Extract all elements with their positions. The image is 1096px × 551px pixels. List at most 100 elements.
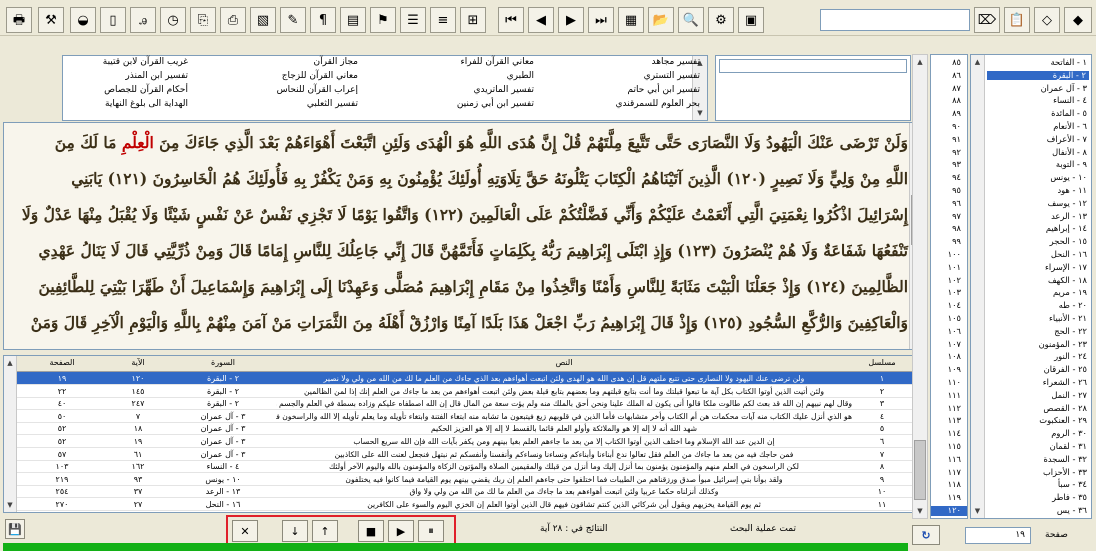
scroll-down-icon[interactable]: ▼ [4, 498, 16, 512]
sura-item[interactable]: ٨ - الأنفال [1052, 147, 1087, 158]
tafsir-source-item[interactable]: غريب القرآن لابن قتيبة [103, 57, 188, 67]
aya-number-item[interactable]: ١١١ [948, 390, 961, 401]
aya-number-item[interactable]: ١٠٠ [948, 249, 961, 260]
aya-number-item[interactable]: ٨٦ [952, 70, 961, 81]
aya-number-item[interactable]: ١٠٥ [948, 313, 961, 324]
sura-item[interactable]: ٣١ - لقمان [1050, 441, 1087, 452]
sura-item[interactable]: ٢٤ - النور [1054, 352, 1087, 362]
table-row[interactable]: ٥٧ ٦١ ٣ - آل عمران فمن حاجك فيه من بعد ما ج… [17, 448, 912, 461]
aya-number-item[interactable]: ١١٣ [948, 416, 961, 426]
clipboard-icon[interactable]: 📋 [1004, 7, 1030, 33]
header-text[interactable]: النص [276, 356, 852, 369]
new-doc-icon[interactable]: ▯ [100, 7, 126, 33]
aya-number-item[interactable]: ٨٥ [952, 57, 961, 68]
sura-item[interactable]: ٩ - التوبة [1056, 160, 1087, 170]
align-right-icon[interactable]: ☰ [400, 7, 426, 33]
header-serial[interactable]: مسلسل [852, 356, 912, 369]
sura-item[interactable]: ٢٣ - المؤمنون [1039, 339, 1087, 350]
tafsir-source-item[interactable]: بحر العلوم للسمرقندي [616, 99, 701, 109]
sura-item[interactable]: ٤ - النساء [1053, 96, 1087, 106]
prev-icon[interactable]: ◀ [528, 7, 554, 33]
aya-number-item[interactable]: ١٠٨ [948, 352, 961, 362]
tools-icon[interactable]: ⚒ [38, 7, 64, 33]
table-row[interactable]: ٢١٩ ٩٣ ١٠ - يونس ولقد بوأنا بني إسرائيل مبو… [17, 473, 912, 486]
play-button[interactable]: ▶ [388, 520, 414, 542]
book-icon[interactable]: ▤ [340, 7, 366, 33]
sura-list[interactable]: ▲ ▼ ١ - الفاتحة ٢ - البقرة ٣ - آل عمران ٤ -… [970, 54, 1092, 519]
table-row[interactable]: ٥٢ ١٨ ٣ - آل عمران شهد الله أنه لا إله إلا … [17, 422, 912, 436]
sura-item[interactable]: ٢٧ - النمل [1051, 390, 1087, 401]
header-sura[interactable]: السورة [170, 356, 276, 369]
aya-number-item[interactable]: ١٠٩ [948, 365, 961, 375]
sura-item[interactable]: ٢١ - الأنبياء [1049, 313, 1087, 324]
timer-icon[interactable]: ◷ [160, 7, 186, 33]
paste-icon[interactable]: ⌦ [974, 7, 1000, 33]
sura-item[interactable]: ٣٥ - فاطر [1052, 493, 1087, 503]
sura-item[interactable]: ٦ - الأنعام [1053, 121, 1087, 132]
search-input[interactable] [820, 9, 970, 31]
pause-button[interactable]: ⏸ [418, 520, 444, 542]
sura-item[interactable]: ١٨ - الكهف [1048, 275, 1087, 286]
sura-item[interactable]: ٣٠ - الروم [1051, 429, 1087, 439]
go-page-icon[interactable]: ↻ [912, 525, 940, 545]
scroll-down-icon[interactable]: ▼ [971, 504, 984, 518]
next-icon[interactable]: ▶ [558, 7, 584, 33]
table-row[interactable]: ٥٠ ٧ ٣ - آل عمران هو الذي أنزل عليك الكتاب … [17, 410, 912, 423]
aya-number-item[interactable]: ١٠٣ [948, 288, 961, 298]
tafsir-source-item[interactable]: أحكام القرآن للجصاص [104, 85, 188, 95]
aya-number-item[interactable]: ٨٩ [952, 109, 961, 119]
sura-item[interactable]: ٣ - آل عمران [1041, 83, 1087, 94]
tafsir-source-item[interactable]: تفسير ابن المنذر [125, 71, 188, 81]
aya-number-item[interactable]: ١١٥ [948, 441, 961, 452]
header-page[interactable]: الصفحة [18, 356, 106, 369]
sura-item[interactable]: ٢٨ - القصص [1043, 403, 1087, 414]
aya-number-item[interactable]: ١١٤ [948, 429, 961, 439]
aya-number-item[interactable]: ١٠١ [948, 262, 961, 273]
tafsir-source-item[interactable]: تفسير مجاهد [652, 57, 700, 67]
aya-number-item[interactable]: ١١٠ [948, 377, 961, 388]
aya-number-item[interactable]: ٩١ [952, 134, 961, 145]
stop-search-button[interactable]: ✕ [232, 520, 258, 542]
aya-number-item[interactable]: ٩٥ [952, 185, 961, 196]
diamond-icon[interactable]: ◆ [1064, 7, 1092, 33]
stop-button[interactable]: ■ [358, 520, 384, 542]
move-up-button[interactable]: ↑ [312, 520, 338, 542]
copy-icon[interactable]: ⎘ [190, 7, 216, 33]
grid-scrollbar[interactable]: ▲ ▼ [4, 356, 17, 512]
aya-list-scrollbar[interactable]: ▲ ▼ [912, 54, 928, 519]
print-icon[interactable]: 🖶 [6, 7, 32, 33]
sura-item[interactable]: ٣٤ - سبأ [1058, 480, 1087, 490]
font-icon[interactable]: ꭿ [130, 7, 156, 33]
tafsir-source-item[interactable]: معاني القرآن للفراء [461, 57, 534, 67]
aya-number-item[interactable]: ٩٧ [952, 211, 961, 222]
aya-number-item[interactable]: ٩٣ [952, 160, 961, 170]
disk-icon[interactable]: ◒ [70, 7, 96, 33]
diamond-outline-icon[interactable]: ◇ [1034, 7, 1060, 33]
tafsir-source-item[interactable]: الهداية الى بلوغ النهاية [105, 99, 188, 109]
aya-number-item[interactable]: ١٢٠ [931, 505, 967, 516]
save-icon[interactable]: 💾 [5, 519, 25, 539]
sura-list-scrollbar[interactable]: ▲ ▼ [971, 55, 985, 518]
tafsir-source-item[interactable]: تفسير ابن أبي زمنين [457, 99, 534, 109]
tafsir-source-item[interactable]: تفسير ابن أبي حاتم [627, 85, 700, 95]
sura-item[interactable]: ١٧ - الإسراء [1045, 262, 1087, 273]
tafsir-source-item[interactable]: تفسير التستري [644, 71, 700, 81]
aya-number-item[interactable]: ٩٩ [952, 237, 961, 247]
aya-number-item[interactable]: ٨٧ [952, 83, 961, 94]
folder-icon[interactable]: 📂 [648, 7, 674, 33]
aya-number-item[interactable]: ١٠٧ [948, 339, 961, 350]
table-row[interactable]: ٤٠ ٢٤٧ ٢ - البقرة وقال لهم نبيهم إن الله قد… [17, 397, 912, 411]
sura-item[interactable]: ١٣ - الرعد [1051, 211, 1087, 222]
sura-item[interactable]: ١٠ - يونس [1050, 173, 1087, 183]
scroll-thumb[interactable] [914, 440, 926, 500]
grid-icon[interactable]: ▣ [738, 7, 764, 33]
scroll-up-icon[interactable]: ▲ [4, 356, 16, 370]
page-icon[interactable]: ▦ [618, 7, 644, 33]
flag-icon[interactable]: ⚑ [370, 7, 396, 33]
sura-item[interactable]: ١٦ - النحل [1051, 249, 1087, 260]
justify-icon[interactable]: ≡ [430, 7, 456, 33]
tafsir-source-item[interactable]: تفسير الماتريدي [473, 85, 534, 95]
bookmark-icon[interactable]: ¶ [310, 7, 336, 33]
aya-number-item[interactable]: ٩٢ [952, 147, 961, 158]
export-icon[interactable]: ⎙ [220, 7, 246, 33]
